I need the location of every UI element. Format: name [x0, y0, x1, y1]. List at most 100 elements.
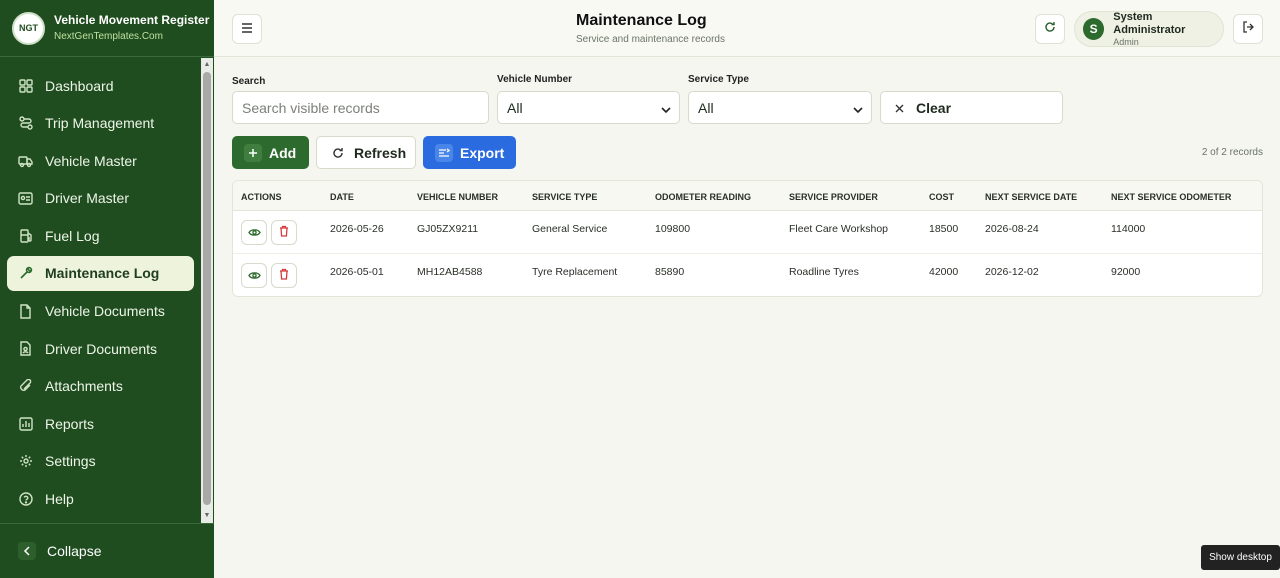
cell-next-service-date: 2026-12-02	[985, 266, 1039, 278]
column-header[interactable]: COST	[929, 192, 954, 202]
view-button[interactable]	[241, 220, 267, 245]
service-type-label: Service Type	[688, 74, 749, 85]
export-icon	[435, 143, 453, 162]
user-role: Admin	[1113, 36, 1139, 47]
sidebar-item-vehicle-master[interactable]: Vehicle Master	[7, 143, 194, 178]
paperclip-icon	[18, 379, 33, 394]
chevron-left-icon	[18, 542, 36, 560]
truck-icon	[18, 153, 33, 168]
vehicle-number-select[interactable]: All	[497, 91, 680, 124]
delete-button[interactable]	[271, 220, 297, 245]
cell-service-type: Tyre Replacement	[532, 266, 618, 278]
table-row[interactable]: 2026-05-01 MH12AB4588 Tyre Replacement 8…	[233, 254, 1262, 296]
sidebar-item-driver-documents[interactable]: Driver Documents	[7, 331, 194, 366]
gear-icon	[18, 454, 33, 469]
column-header[interactable]: NEXT SERVICE DATE	[985, 192, 1077, 202]
cell-cost: 42000	[929, 266, 959, 278]
sidebar-item-label: Driver Documents	[45, 340, 158, 357]
sidebar-item-reports[interactable]: Reports	[7, 406, 194, 441]
chevron-down-icon	[661, 102, 671, 118]
user-menu[interactable]: S System Administrator Admin	[1074, 11, 1224, 47]
sidebar-item-label: Settings	[45, 453, 96, 470]
chevron-down-icon	[853, 102, 863, 118]
top-header: Maintenance Log Service and maintenance …	[214, 0, 1280, 57]
avatar: S	[1083, 18, 1105, 40]
sidebar-item-dashboard[interactable]: Dashboard	[7, 68, 194, 103]
sidebar-item-maintenance-log[interactable]: Maintenance Log	[7, 255, 194, 291]
plus-icon	[244, 143, 262, 162]
sidebar-item-label: Fuel Log	[45, 227, 100, 244]
view-button[interactable]	[241, 263, 267, 288]
file-user-icon	[18, 341, 33, 356]
sidebar-item-label: Vehicle Master	[45, 152, 137, 169]
sidebar-item-help[interactable]: Help	[7, 482, 194, 517]
sidebar-item-attachments[interactable]: Attachments	[7, 369, 194, 404]
cell-vehicle-number: GJ05ZX9211	[417, 223, 479, 235]
bar-chart-icon	[18, 416, 33, 431]
collapse-button[interactable]: Collapse	[0, 523, 214, 578]
sidebar-item-label: Driver Master	[45, 190, 130, 207]
cell-odometer: 109800	[655, 223, 691, 235]
column-header[interactable]: SERVICE TYPE	[532, 192, 597, 202]
clear-button[interactable]: Clear	[880, 91, 1063, 124]
logout-button[interactable]	[1233, 14, 1263, 44]
service-type-value: All	[698, 99, 714, 116]
sidebar-item-label: Attachments	[45, 378, 123, 395]
service-type-select[interactable]: All	[688, 91, 872, 124]
sidebar-item-label: Reports	[45, 415, 95, 432]
fuel-icon	[18, 228, 33, 243]
sidebar-item-label: Maintenance Log	[45, 265, 160, 282]
reload-button[interactable]	[1035, 14, 1065, 44]
help-circle-icon	[18, 492, 33, 507]
sidebar-item-driver-master[interactable]: Driver Master	[7, 181, 194, 216]
sidebar-item-label: Help	[45, 491, 74, 508]
maintenance-table: ACTIONS DATE VEHICLE NUMBER SERVICE TYPE…	[232, 180, 1263, 297]
sidebar-scroll-thumb[interactable]	[203, 72, 211, 505]
brand-subtitle: NextGenTemplates.Com	[54, 30, 163, 42]
refresh-icon	[1044, 20, 1056, 38]
table-row[interactable]: 2026-05-26 GJ05ZX9211 General Service 10…	[233, 211, 1262, 254]
cell-vehicle-number: MH12AB4588	[417, 266, 483, 278]
wrench-icon	[18, 266, 33, 281]
refresh-button[interactable]: Refresh	[316, 136, 416, 169]
add-label: Add	[269, 144, 297, 161]
brand[interactable]: NGT Vehicle Movement Register NextGenTem…	[0, 0, 214, 57]
scroll-up-arrow[interactable]: ▲	[202, 60, 212, 70]
column-header[interactable]: NEXT SERVICE ODOMETER	[1111, 192, 1231, 202]
menu-toggle-button[interactable]	[232, 14, 262, 44]
delete-button[interactable]	[271, 263, 297, 288]
sidebar-item-trip-management[interactable]: Trip Management	[7, 106, 194, 141]
table-header: ACTIONS DATE VEHICLE NUMBER SERVICE TYPE…	[233, 181, 1262, 211]
cell-odometer: 85890	[655, 266, 685, 278]
logout-icon	[1242, 20, 1254, 38]
sidebar-item-fuel-log[interactable]: Fuel Log	[7, 218, 194, 253]
export-label: Export	[460, 144, 505, 161]
column-header[interactable]: DATE	[330, 192, 354, 202]
refresh-label: Refresh	[354, 144, 407, 161]
user-name: System Administrator	[1113, 10, 1186, 36]
sidebar-item-label: Trip Management	[45, 115, 155, 132]
hamburger-icon	[241, 20, 253, 38]
scroll-down-arrow[interactable]: ▼	[202, 511, 212, 521]
export-button[interactable]: Export	[423, 136, 516, 169]
cell-cost: 18500	[929, 223, 959, 235]
close-icon	[895, 100, 904, 116]
column-header[interactable]: VEHICLE NUMBER	[417, 192, 498, 202]
eye-icon	[247, 224, 261, 242]
cell-date: 2026-05-01	[330, 266, 384, 278]
column-header: ACTIONS	[241, 192, 282, 202]
search-label: Search	[232, 76, 266, 87]
cell-next-service-odometer: 114000	[1111, 223, 1146, 235]
add-button[interactable]: Add	[232, 136, 309, 169]
document-icon	[18, 303, 33, 319]
sidebar-item-settings[interactable]: Settings	[7, 444, 194, 479]
column-header[interactable]: ODOMETER READING	[655, 192, 751, 202]
sidebar-item-vehicle-documents[interactable]: Vehicle Documents	[7, 294, 194, 329]
eye-icon	[247, 267, 261, 285]
page-title: Maintenance Log	[576, 12, 707, 29]
clear-label: Clear	[916, 99, 952, 116]
column-header[interactable]: SERVICE PROVIDER	[789, 192, 878, 202]
show-desktop-tooltip: Show desktop	[1201, 545, 1280, 570]
search-input[interactable]: Search visible records	[232, 91, 489, 124]
records-count: 2 of 2 records	[1201, 147, 1263, 158]
